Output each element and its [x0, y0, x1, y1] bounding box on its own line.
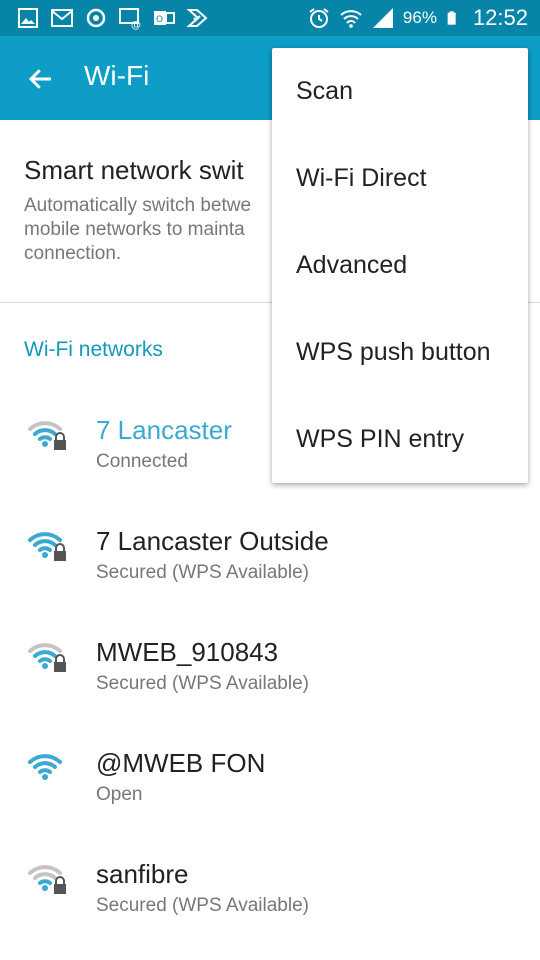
- wifi-secured-icon: [28, 643, 66, 672]
- gmail-icon: [51, 9, 73, 27]
- wifi-secured-icon: [28, 532, 66, 561]
- network-row[interactable]: MWEB_910843 Secured (WPS Available): [0, 607, 540, 718]
- network-status: Open: [96, 784, 143, 805]
- page-title: Wi-Fi: [84, 60, 150, 91]
- signal-icon: [372, 8, 393, 28]
- network-status: Secured (WPS Available): [96, 562, 309, 583]
- lock-icon: [54, 432, 66, 450]
- svg-text:@: @: [131, 20, 141, 30]
- setting-description: Automatically switch betwe mobile networ…: [24, 195, 252, 264]
- overflow-menu: Scan Wi-Fi Direct Advanced WPS push butt…: [272, 48, 528, 483]
- network-ssid: sanfibre: [96, 859, 189, 889]
- sync-icon: [86, 8, 106, 28]
- network-ssid: @MWEB FON: [96, 748, 266, 778]
- menu-item-advanced[interactable]: Advanced: [272, 222, 528, 309]
- back-arrow-icon[interactable]: [26, 64, 56, 94]
- menu-item-wifi-direct[interactable]: Wi-Fi Direct: [272, 135, 528, 222]
- network-ssid: MWEB_910843: [96, 637, 279, 667]
- menu-item-wps-push-button[interactable]: WPS push button: [272, 309, 528, 396]
- menu-item-scan[interactable]: Scan: [272, 48, 528, 135]
- battery-percentage: 96%: [402, 8, 437, 27]
- network-row[interactable]: @MWEB FON Open: [0, 718, 540, 829]
- alarm-icon: [309, 8, 329, 28]
- network-status: Secured (WPS Available): [96, 895, 309, 916]
- photo-message-icon: @: [119, 8, 141, 30]
- network-ssid: 7 Lancaster: [96, 415, 232, 445]
- menu-item-wps-pin-entry[interactable]: WPS PIN entry: [272, 396, 528, 483]
- network-status: Secured (WPS Available): [96, 673, 309, 694]
- gallery-icon: [18, 8, 38, 28]
- lock-icon: [54, 654, 66, 672]
- notification-icons: @ O: [16, 6, 210, 30]
- network-row[interactable]: sanfibre Secured (WPS Available): [0, 829, 540, 940]
- wifi-secured-icon: [28, 865, 66, 894]
- wifi-status-icon: [340, 10, 362, 28]
- outlook-icon: O: [154, 11, 175, 25]
- network-ssid: 7 Lancaster Outside: [96, 526, 329, 556]
- system-icons: 96% 12:52: [307, 0, 528, 36]
- network-row[interactable]: 7 Lancaster Outside Secured (WPS Availabl…: [0, 496, 540, 607]
- status-bar: @ O 96% 12:52: [0, 0, 540, 36]
- section-header: Wi-Fi networks: [24, 338, 163, 361]
- battery-icon: [447, 11, 456, 25]
- network-status: Connected: [96, 451, 188, 472]
- lock-icon: [54, 543, 66, 561]
- wifi-secured-icon: [28, 421, 66, 450]
- wifi-open-icon: [28, 754, 62, 780]
- lock-icon: [54, 876, 66, 894]
- tasks-icon: [186, 9, 208, 27]
- svg-text:O: O: [156, 15, 163, 25]
- clock: 12:52: [472, 5, 528, 30]
